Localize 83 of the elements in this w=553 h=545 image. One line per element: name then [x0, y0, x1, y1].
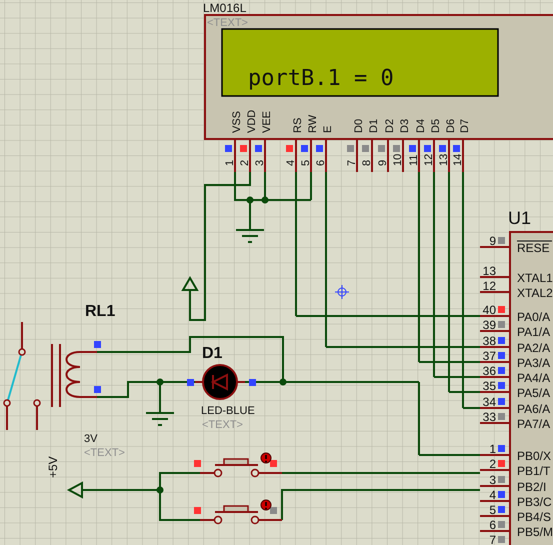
- pin-label: PA1/A: [517, 325, 550, 339]
- pin-label: PA2/A: [517, 341, 550, 355]
- crosshair-icon: [334, 284, 350, 300]
- pin-label: D4: [415, 118, 427, 133]
- pin-label: XTAL1: [517, 271, 553, 285]
- pin-label: PA6/A: [517, 402, 550, 416]
- pin-number: 5: [489, 503, 496, 517]
- pin-number: 38: [482, 334, 496, 348]
- pin-label: PB1/T: [517, 464, 550, 478]
- tag-label: <TEXT>: [84, 447, 125, 459]
- pin-number: 13: [482, 264, 496, 278]
- tag-label: <TEXT>: [207, 17, 248, 29]
- junction-dot: [156, 378, 164, 386]
- pin-number: 39: [482, 318, 496, 332]
- pin-number: 3: [254, 160, 266, 166]
- pin-label: E: [322, 126, 334, 133]
- pin-number: 8: [361, 160, 373, 166]
- part-name: LM016L: [203, 1, 246, 15]
- power-terminal-arrow: [181, 276, 199, 291]
- pin-number: 2: [239, 160, 251, 166]
- power-label: +5V: [46, 456, 60, 478]
- pin-label: RESE: [516, 240, 552, 255]
- pin-label: D1: [368, 118, 380, 133]
- pin-number: 13: [438, 154, 450, 166]
- pin-number: 34: [482, 395, 496, 409]
- pin-number: 33: [482, 410, 496, 424]
- junction-dot: [246, 196, 254, 204]
- tag-label: <TEXT>: [202, 419, 243, 431]
- pin-label: VEE: [261, 110, 273, 133]
- pin-number: 6: [489, 518, 496, 532]
- pin-number: 1: [224, 160, 236, 166]
- pin-number: 12: [423, 154, 435, 166]
- pin-number: 40: [482, 303, 496, 317]
- pin-label: D0: [353, 118, 365, 133]
- pin-label: D7: [459, 118, 471, 133]
- pin-number: 9: [377, 160, 389, 166]
- pin-number: 1: [489, 442, 496, 456]
- pin-label: PA3/A: [517, 356, 550, 370]
- part-name: U1: [508, 208, 532, 228]
- pin-label: PA0/A: [517, 310, 550, 324]
- junction-dot: [280, 378, 286, 386]
- lcd-display-text: portB.1 = 0: [248, 66, 394, 91]
- pin-number: 6: [315, 160, 327, 166]
- pin-label: RW: [307, 114, 319, 133]
- junction-dot: [262, 196, 268, 204]
- junction-dot: [156, 486, 164, 494]
- pin-label: PB4/S: [517, 510, 552, 524]
- pin-number: 14: [452, 154, 464, 166]
- pin-number: 35: [482, 379, 496, 393]
- relay-coil: [51, 344, 97, 407]
- pin-label: VDD: [246, 110, 258, 133]
- power-terminal-arrow: [66, 481, 83, 499]
- pin-label: XTAL2: [517, 286, 553, 300]
- pin-label: PA4/A: [517, 371, 550, 385]
- pin-number: 37: [482, 349, 496, 363]
- pin-number: 7: [346, 160, 358, 166]
- pin-label: PB0/X: [517, 449, 552, 463]
- pin-label: VSS: [231, 110, 243, 133]
- pin-number: 9: [489, 234, 496, 248]
- pin-number: 2: [489, 457, 496, 471]
- pin-label: D2: [384, 118, 396, 133]
- pin-label: PA5/A: [517, 386, 550, 400]
- pin-label: D5: [430, 118, 442, 133]
- pin-label: PB3/C: [517, 495, 552, 509]
- pin-label: PB5/M: [517, 525, 553, 539]
- pin-number: 11: [408, 154, 420, 166]
- pin-label: PA7/A: [517, 417, 550, 431]
- pin-label: RS: [292, 118, 304, 133]
- pin-number: 4: [285, 160, 297, 166]
- pin-label: PB2/I: [517, 480, 546, 494]
- pin-number: 12: [482, 279, 496, 293]
- part-value: 3V: [84, 433, 98, 445]
- pin-number: 4: [489, 488, 496, 502]
- pin-label: D3: [399, 118, 411, 133]
- pin-number: 10: [392, 154, 404, 166]
- pin-number: 7: [489, 533, 496, 545]
- pin-label: D6: [445, 118, 457, 133]
- pin-number: 3: [489, 473, 496, 487]
- part-value: LED-BLUE: [201, 405, 255, 417]
- pin-number: 36: [482, 364, 496, 378]
- part-name: D1: [202, 345, 222, 362]
- pin-number: 5: [300, 160, 312, 166]
- part-name: RL1: [85, 303, 116, 320]
